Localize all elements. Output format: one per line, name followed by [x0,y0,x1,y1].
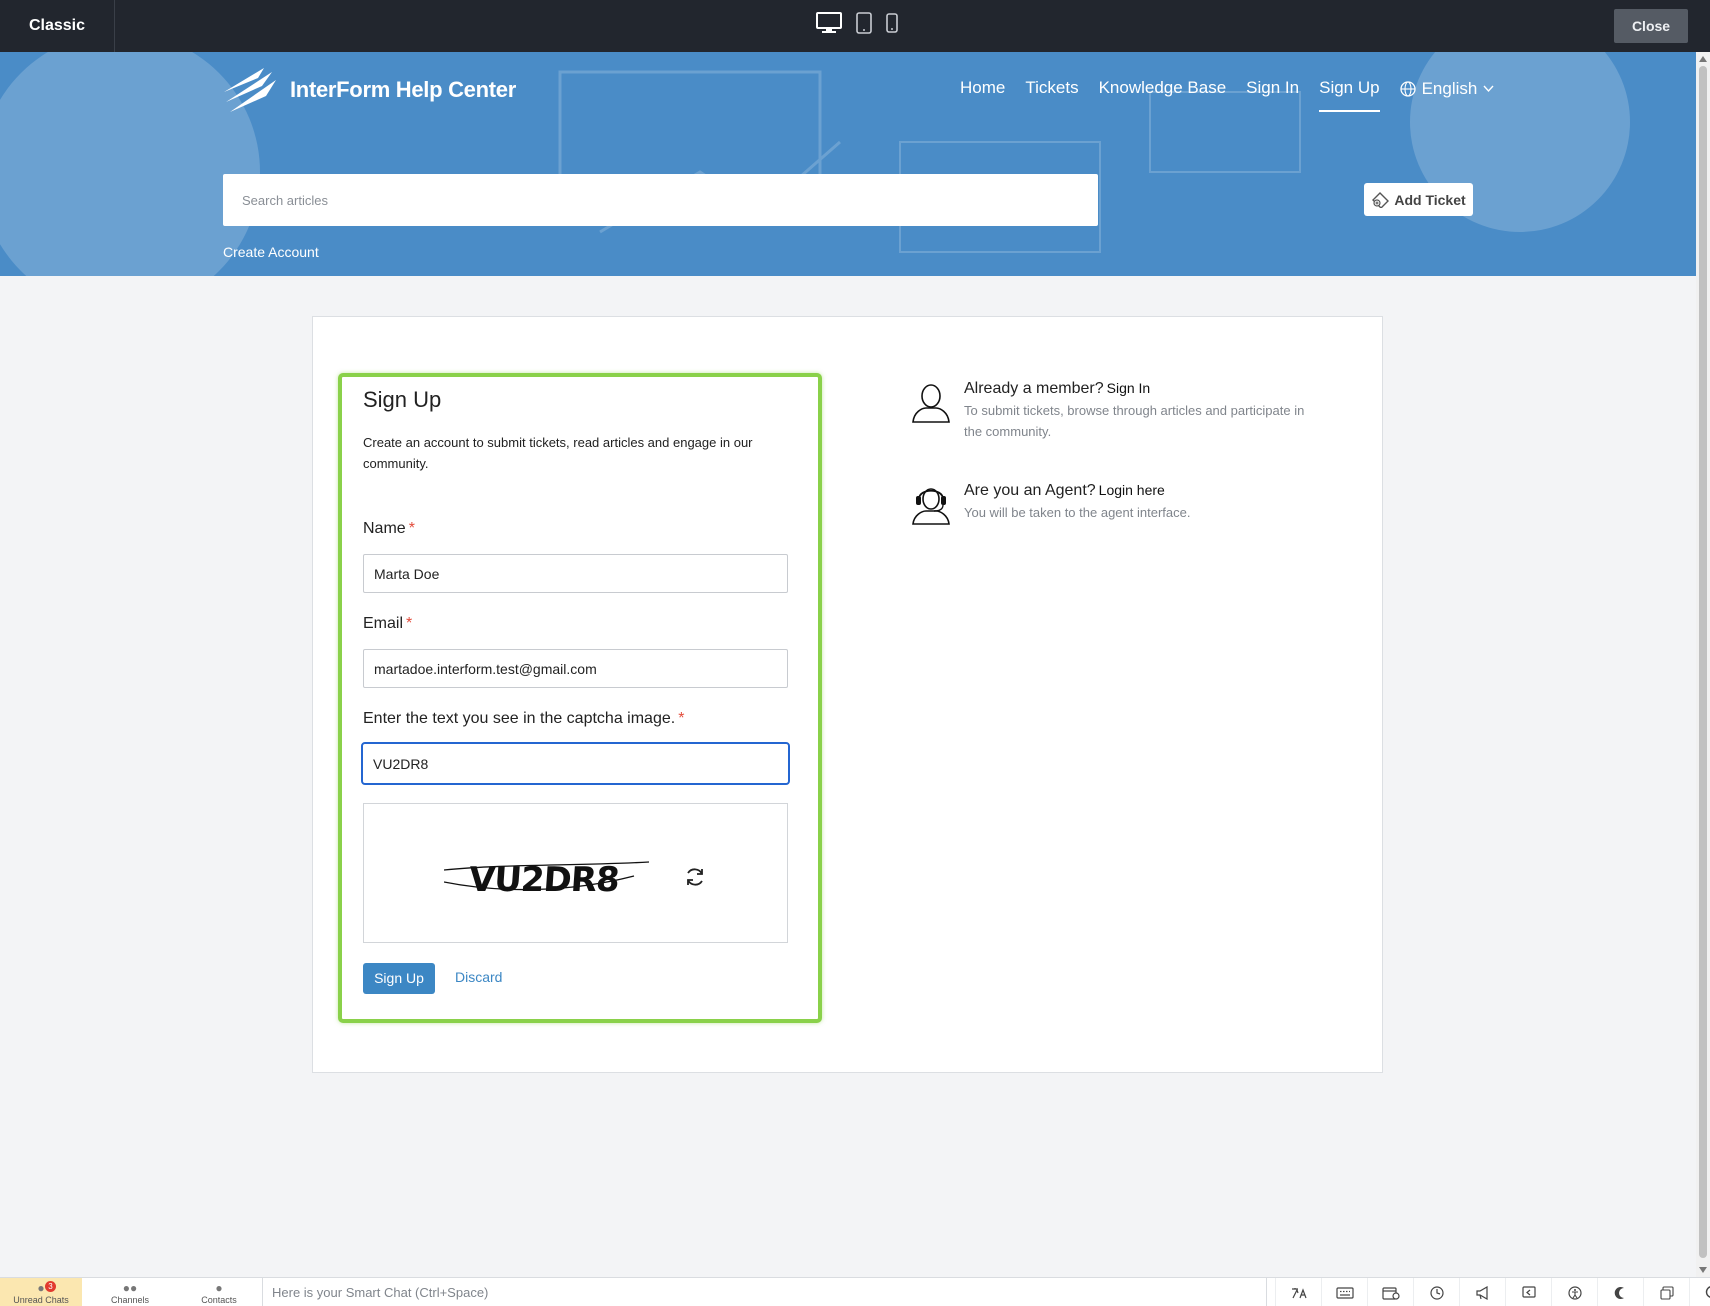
search-box [223,174,1098,226]
chats-icon[interactable] [1643,1278,1689,1306]
search-input[interactable] [223,174,1098,226]
tab-unread-chats[interactable]: ● 3 Unread Chats [0,1278,82,1306]
tab-label: Channels [110,1295,150,1305]
required-mark: * [678,710,685,727]
discard-button[interactable]: Discard [455,969,502,985]
captcha-image: VU2DR8 [444,854,649,900]
member-title: Already a member? Sign In [964,380,1309,398]
mobile-icon[interactable] [886,13,898,38]
translate-icon[interactable] [1275,1278,1321,1306]
schedule-icon[interactable] [1367,1278,1413,1306]
reply-icon[interactable] [1505,1278,1551,1306]
captcha-field-wrapper [361,742,790,785]
agent-info: Are you an Agent? Login here You will be … [910,482,1309,526]
agent-title: Are you an Agent? Login here [964,482,1309,500]
required-mark: * [406,615,413,632]
scrollbar[interactable] [1696,52,1710,1277]
member-description: To submit tickets, browse through articl… [964,403,1305,439]
ticket-icon [1372,191,1390,208]
scroll-up-icon[interactable] [1699,56,1707,62]
scrollbar-thumb[interactable] [1699,66,1707,1258]
add-ticket-label: Add Ticket [1394,191,1466,208]
globe-icon [1399,81,1416,97]
tab-channels[interactable]: ●● Channels [89,1278,171,1306]
chat-bubble-icon: ● 3 [0,1281,82,1295]
login-here-link[interactable]: Login here [1099,482,1165,498]
agent-title-text: Are you an Agent? [964,482,1096,499]
nav-knowledge-base[interactable]: Knowledge Base [1099,78,1227,112]
agent-headset-icon [912,488,950,525]
chevron-down-icon [1483,85,1494,93]
page-title: Sign Up [363,387,442,412]
name-label-text: Name [363,520,406,537]
captcha-text: VU2DR8 [467,860,621,900]
captcha-box: VU2DR8 [363,803,788,943]
bottom-bar: ● 3 Unread Chats ●● Channels ● Contacts [0,1277,1710,1306]
main-nav: Home Tickets Knowledge Base Sign In Sign… [960,78,1494,112]
close-button[interactable]: Close [1614,9,1688,43]
email-label: Email * [363,615,412,633]
interform-logo [224,68,276,112]
tab-contacts[interactable]: ● Contacts [178,1278,260,1306]
brand-name: InterForm Help Center [290,77,516,102]
mode-label[interactable]: Classic [0,0,115,52]
captcha-label-text: Enter the text you see in the captcha im… [363,710,676,727]
name-field[interactable] [364,555,787,592]
keyboard-icon[interactable] [1321,1278,1367,1306]
scroll-down-icon[interactable] [1699,1267,1707,1273]
email-label-text: Email [363,615,404,632]
captcha-field[interactable] [363,744,788,783]
desktop-icon[interactable] [816,12,842,39]
nav-tickets[interactable]: Tickets [1025,78,1078,112]
unread-badge: 3 [45,1281,56,1292]
email-field-wrapper [363,649,788,688]
user-icon [912,384,950,423]
nav-home[interactable]: Home [960,78,1005,112]
bottom-tools [1275,1278,1710,1306]
captcha-label: Enter the text you see in the captcha im… [363,710,684,728]
name-field-wrapper [363,554,788,593]
name-label: Name * [363,520,415,538]
member-info: Already a member? Sign In To submit ticke… [910,380,1309,442]
nav-sign-up[interactable]: Sign Up [1319,78,1380,112]
agent-description: You will be taken to the agent interface… [964,505,1191,520]
dark-mode-icon[interactable] [1597,1278,1643,1306]
preview-toolbar: Classic Close [0,0,1710,52]
accessibility-icon[interactable] [1551,1278,1597,1306]
channels-icon: ●● [122,1281,138,1295]
clock-icon[interactable] [1413,1278,1459,1306]
hero-banner: InterForm Help Center Home Tickets Knowl… [0,52,1696,276]
add-ticket-button[interactable]: Add Ticket [1364,183,1473,216]
device-switcher [816,12,898,39]
required-mark: * [408,520,415,537]
signup-description: Create an account to submit tickets, rea… [363,435,753,471]
member-title-text: Already a member? [964,380,1104,397]
sign-in-link[interactable]: Sign In [1107,380,1151,396]
nav-sign-in[interactable]: Sign In [1246,78,1299,112]
smart-chat [262,1278,1267,1306]
tablet-icon[interactable] [856,12,872,39]
refresh-icon[interactable] [684,866,706,888]
language-selector[interactable]: English [1399,79,1495,111]
search-icon[interactable] [1689,1278,1710,1306]
smart-chat-input[interactable] [263,1278,1266,1306]
announce-icon[interactable] [1459,1278,1505,1306]
tab-label: Contacts [201,1295,237,1305]
email-field[interactable] [364,650,787,687]
breadcrumb: Create Account [223,244,319,260]
brand[interactable]: InterForm Help Center [222,66,516,114]
sign-up-button[interactable]: Sign Up [363,963,435,994]
language-label: English [1421,79,1478,98]
contacts-icon: ● [215,1281,223,1295]
tab-label: Unread Chats [13,1295,69,1305]
